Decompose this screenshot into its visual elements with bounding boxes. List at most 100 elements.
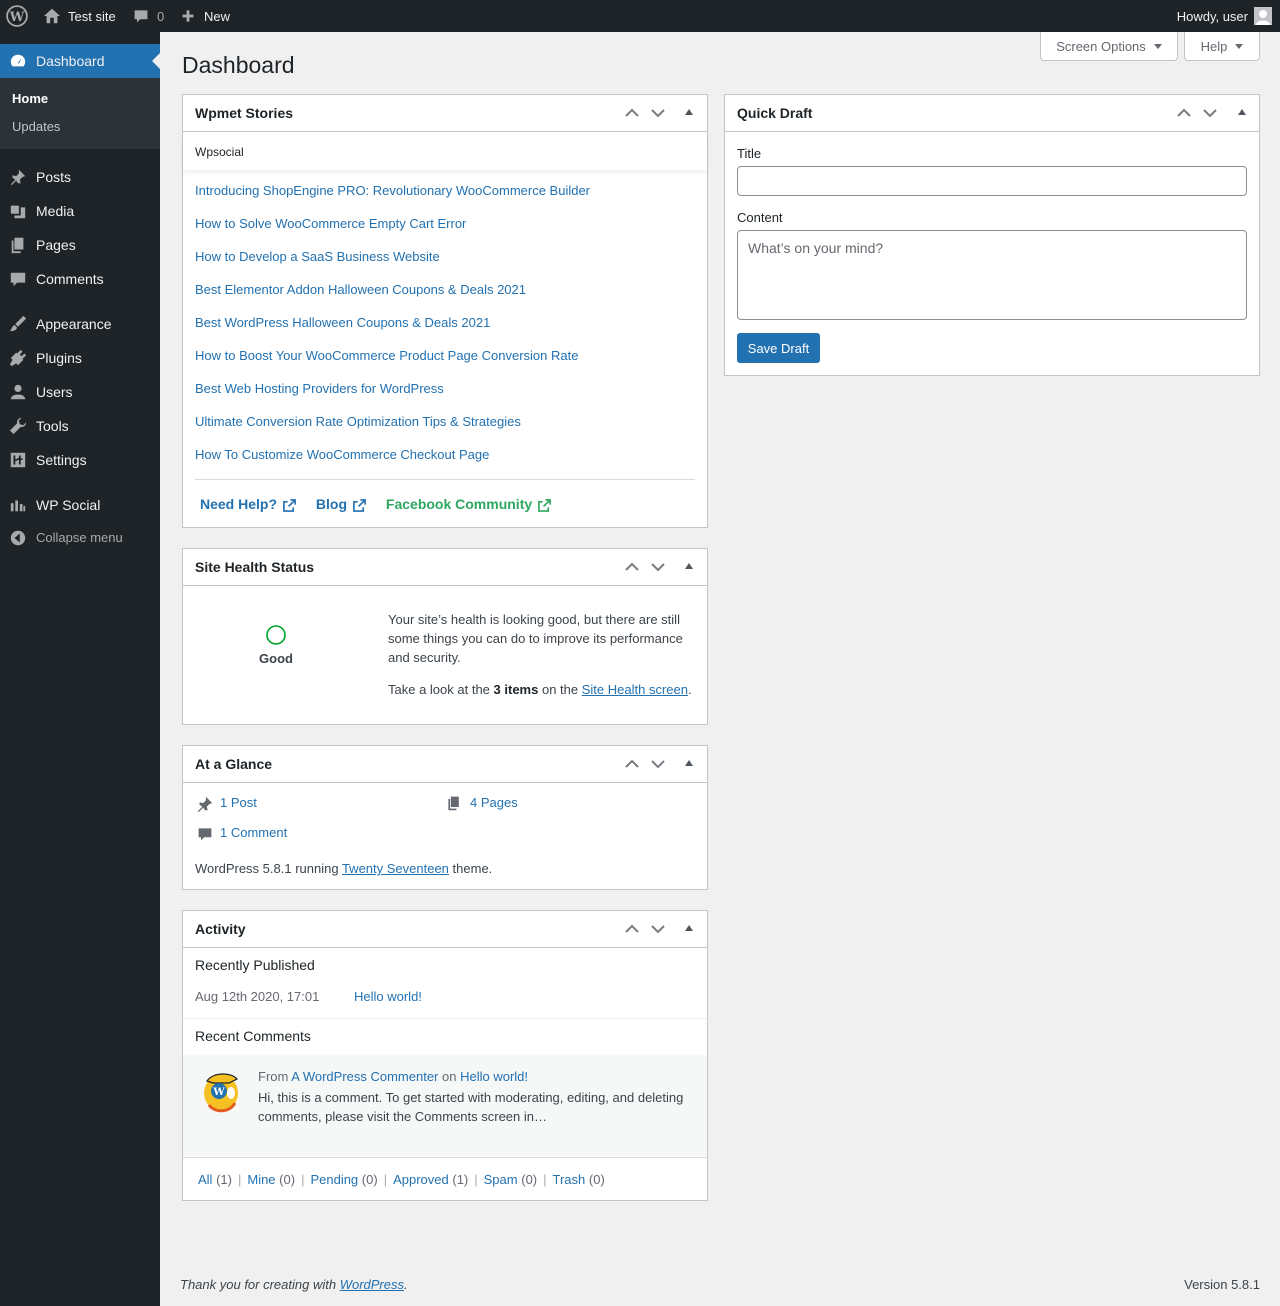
filter-mine-link[interactable]: Mine (0) xyxy=(247,1172,295,1187)
sidebar-item-label: Pages xyxy=(36,237,76,253)
facebook-community-link[interactable]: Facebook Community xyxy=(386,496,552,512)
move-up-icon[interactable] xyxy=(623,755,641,773)
filter-spam-link[interactable]: Spam (0) xyxy=(484,1172,537,1187)
current-menu-arrow xyxy=(152,53,160,69)
page-title: Dashboard xyxy=(182,52,295,78)
story-link[interactable]: Introducing ShopEngine PRO: Revolutionar… xyxy=(195,183,590,198)
tab-wpsocial[interactable]: Wpsocial xyxy=(195,145,244,159)
widget-title: Activity xyxy=(195,921,246,937)
comments-count-link[interactable]: 1 Comment xyxy=(220,825,287,840)
story-link[interactable]: Best WordPress Halloween Coupons & Deals… xyxy=(195,315,490,330)
story-link[interactable]: How to Boost Your WooCommerce Product Pa… xyxy=(195,348,578,363)
move-up-icon[interactable] xyxy=(623,104,641,122)
health-items-text: Take a look at the 3 items on the Site H… xyxy=(388,682,692,697)
health-status-circle-icon xyxy=(266,625,286,645)
story-link[interactable]: How to Develop a SaaS Business Website xyxy=(195,249,440,264)
move-up-icon[interactable] xyxy=(1175,104,1193,122)
published-post-link[interactable]: Hello world! xyxy=(354,989,422,1004)
draft-title-input[interactable] xyxy=(737,166,1247,196)
save-draft-button[interactable]: Save Draft xyxy=(737,333,820,363)
comment-filter-links: All (1) | Mine (0) | Pending (0) | Approved (1… xyxy=(198,1172,605,1187)
collapse-toggle-icon[interactable] xyxy=(685,109,693,115)
collapse-toggle-icon[interactable] xyxy=(685,925,693,931)
wordpress-logo-icon[interactable]: W xyxy=(6,0,28,32)
comment-post-link[interactable]: Hello world! xyxy=(460,1069,528,1084)
recent-comments-heading: Recent Comments xyxy=(195,1028,311,1044)
collapse-toggle-icon[interactable] xyxy=(1238,109,1246,115)
submenu-item-updates[interactable]: Updates xyxy=(12,119,60,134)
comment-icon xyxy=(134,10,148,23)
need-help-link[interactable]: Need Help? xyxy=(200,496,296,512)
story-link[interactable]: Ultimate Conversion Rate Optimization Ti… xyxy=(195,414,521,429)
content-placeholder: What’s on your mind? xyxy=(748,240,884,256)
widget-header: Site Health Status xyxy=(183,549,707,586)
site-name: Test site xyxy=(68,8,116,24)
screen-options-label: Screen Options xyxy=(1056,38,1146,54)
help-button[interactable]: Help xyxy=(1184,32,1260,61)
move-down-icon[interactable] xyxy=(649,558,667,576)
story-link[interactable]: Best Elementor Addon Halloween Coupons &… xyxy=(195,282,526,297)
post-date: Aug 12th 2020, 17:01 xyxy=(195,989,320,1004)
widget-title: Site Health Status xyxy=(195,559,315,575)
sidebar-item-comments[interactable]: Comments xyxy=(0,262,160,296)
widget-title: Wpmet Stories xyxy=(195,105,294,121)
sidebar-item-label: Media xyxy=(36,203,75,219)
filter-approved-link[interactable]: Approved (1) xyxy=(393,1172,468,1187)
posts-count-link[interactable]: 1 Post xyxy=(220,795,257,810)
quick-draft-widget: Quick Draft Title Content What’s on your… xyxy=(724,94,1260,376)
move-down-icon[interactable] xyxy=(1201,104,1219,122)
theme-link[interactable]: Twenty Seventeen xyxy=(342,861,449,876)
widget-header: Activity xyxy=(183,911,707,948)
sidebar-item-users[interactable]: Users xyxy=(0,375,160,409)
dashboard-submenu: Home Updates xyxy=(0,78,160,149)
submenu-item-home[interactable]: Home xyxy=(12,91,48,106)
collapse-toggle-icon[interactable] xyxy=(685,563,693,569)
my-account-link[interactable]: Howdy, user xyxy=(1177,0,1272,32)
sidebar-item-label: Plugins xyxy=(36,350,82,366)
sidebar-item-plugins[interactable]: Plugins xyxy=(0,341,160,375)
new-content-link[interactable]: New xyxy=(181,0,230,32)
sidebar-item-tools[interactable]: Tools xyxy=(0,409,160,443)
divider xyxy=(183,1157,707,1158)
collapse-toggle-icon[interactable] xyxy=(685,760,693,766)
sidebar-item-settings[interactable]: Settings xyxy=(0,443,160,477)
wordpress-link[interactable]: WordPress xyxy=(340,1277,404,1292)
move-down-icon[interactable] xyxy=(649,104,667,122)
dashboard-gauge-icon xyxy=(10,54,26,67)
site-health-screen-link[interactable]: Site Health screen xyxy=(582,682,688,697)
story-link[interactable]: Best Web Hosting Providers for WordPress xyxy=(195,381,444,396)
draft-content-textarea[interactable]: What’s on your mind? xyxy=(737,230,1247,320)
user-icon xyxy=(10,384,26,400)
comment-icon xyxy=(10,272,26,287)
site-name-link[interactable]: Test site xyxy=(43,0,116,32)
sidebar-item-dashboard[interactable]: Dashboard xyxy=(0,44,160,78)
collapse-menu-button[interactable]: Collapse menu xyxy=(0,521,160,555)
filter-trash-link[interactable]: Trash (0) xyxy=(553,1172,605,1187)
dropdown-arrow-icon xyxy=(1235,43,1244,49)
move-up-icon[interactable] xyxy=(623,920,641,938)
wp-version-text: WordPress 5.8.1 running Twenty Seventeen… xyxy=(195,861,493,876)
pages-count-link[interactable]: 4 Pages xyxy=(470,795,518,810)
comments-link[interactable]: 0 xyxy=(133,0,164,32)
sidebar-item-pages[interactable]: Pages xyxy=(0,228,160,262)
story-link[interactable]: How To Customize WooCommerce Checkout Pa… xyxy=(195,447,489,462)
move-up-icon[interactable] xyxy=(623,558,641,576)
wp-social-icon xyxy=(10,500,26,512)
screen-options-button[interactable]: Screen Options xyxy=(1040,32,1178,61)
sidebar-item-wp-social[interactable]: WP Social xyxy=(0,488,160,522)
sidebar-item-label: Posts xyxy=(36,169,72,185)
filter-pending-link[interactable]: Pending (0) xyxy=(310,1172,377,1187)
story-link[interactable]: How to Solve WooCommerce Empty Cart Erro… xyxy=(195,216,466,231)
sidebar-item-posts[interactable]: Posts xyxy=(0,160,160,194)
comment-author-link[interactable]: A WordPress Commenter xyxy=(291,1069,438,1084)
filter-all-link[interactable]: All (1) xyxy=(198,1172,232,1187)
sidebar-item-label: Users xyxy=(36,384,73,400)
collapse-arrow-icon xyxy=(10,530,26,546)
move-down-icon[interactable] xyxy=(649,920,667,938)
sidebar-item-appearance[interactable]: Appearance xyxy=(0,307,160,341)
blog-link[interactable]: Blog xyxy=(316,496,366,512)
sidebar-item-media[interactable]: Media xyxy=(0,194,160,228)
comment-icon xyxy=(198,828,212,841)
sidebar-item-label: WP Social xyxy=(36,497,101,513)
move-down-icon[interactable] xyxy=(649,755,667,773)
